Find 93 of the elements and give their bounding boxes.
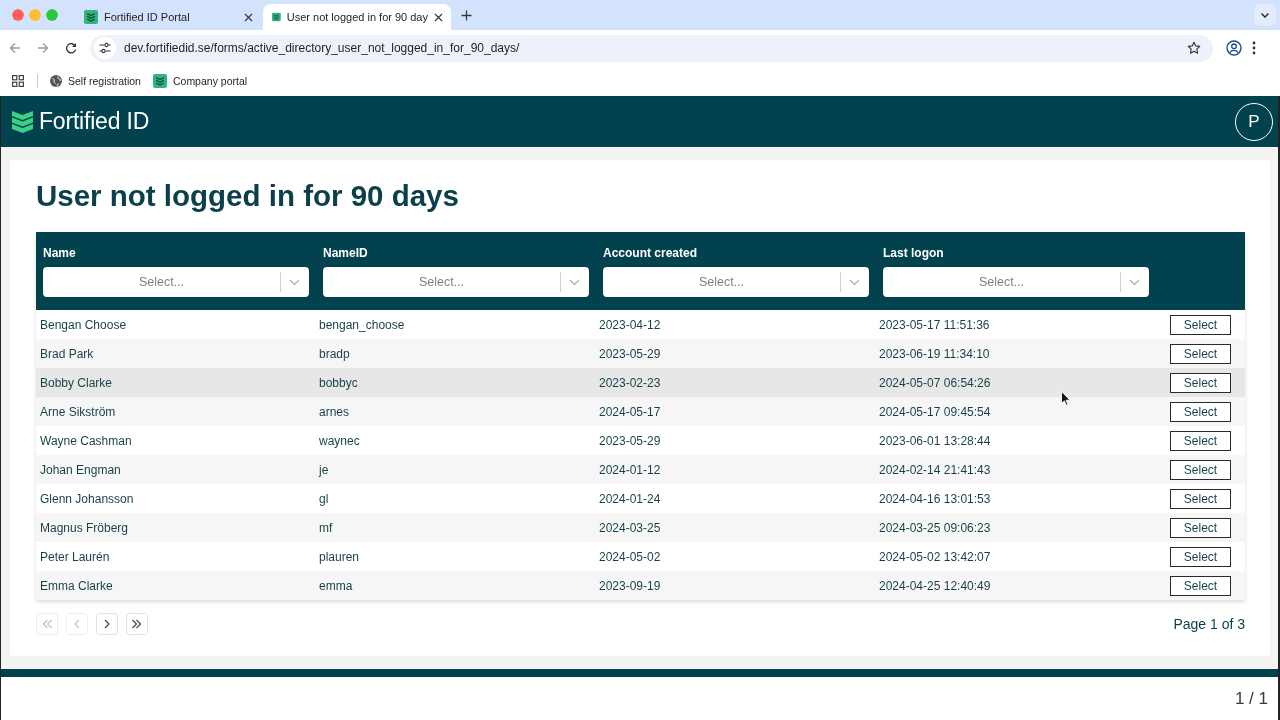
table-cell-text: bengan_choose (318, 317, 405, 332)
filter-dropdown[interactable]: Select... (43, 267, 309, 297)
table-cell-text: plauren (318, 549, 360, 564)
table-cell-text: 2023-05-17 11:51:36 (878, 317, 990, 332)
table-cell-text: 2024-05-17 (598, 404, 661, 419)
browser-tab[interactable]: Fortified ID Portal (75, 4, 261, 30)
table-cell-text: 2024-04-16 13:01:53 (878, 491, 991, 506)
table-cell-text: mf (318, 520, 333, 535)
column-header: Account created (603, 245, 698, 262)
chevron-down-icon[interactable] (849, 278, 860, 286)
filter-dropdown[interactable]: Select... (883, 267, 1149, 297)
star-icon[interactable] (1187, 41, 1201, 55)
select-button[interactable]: Select (1170, 488, 1231, 509)
select-button[interactable]: Select (1170, 430, 1231, 451)
table-cell-text: 2023-06-01 13:28:44 (878, 433, 991, 448)
table-cell-text: arnes (318, 404, 350, 419)
apps-grid-icon[interactable] (12, 75, 24, 87)
bookmark-link[interactable]: Self registration (50, 75, 141, 87)
select-button[interactable]: Select (1170, 546, 1231, 567)
chevron-down-icon[interactable] (1129, 278, 1140, 286)
close-icon[interactable] (244, 12, 253, 22)
chevron-down-icon[interactable] (1254, 4, 1276, 26)
table-cell-text: bradp (318, 346, 350, 361)
table-cell-text: Bobby Clarke (39, 375, 113, 390)
table-cell-text: 2024-05-02 13:42:07 (878, 549, 991, 564)
page-status: Page 1 of 3 (1173, 616, 1245, 632)
forward-arrow-icon[interactable] (37, 42, 49, 54)
filter-dropdown[interactable]: Select... (603, 267, 869, 297)
table-cell-text: 2024-02-14 21:41:43 (878, 462, 991, 477)
table-cell-text: 2024-05-17 09:45:54 (878, 404, 991, 419)
table-cell-text: waynec (318, 433, 360, 448)
browser-tab[interactable]: User not logged in for 90 day (263, 4, 451, 30)
table-cell-text: 2023-05-29 (598, 346, 661, 361)
bookmark-link[interactable]: Company portal (152, 74, 248, 88)
column-header: NameID (323, 245, 368, 262)
plus-icon[interactable] (461, 9, 472, 21)
table-cell-text: 2024-01-24 (598, 491, 661, 506)
page-counter: 1 / 1 (1234, 688, 1268, 709)
select-button[interactable]: Select (1170, 401, 1231, 422)
back-arrow-icon[interactable] (9, 42, 21, 54)
filter-dropdown[interactable]: Select... (323, 267, 589, 297)
select-button[interactable]: Select (1170, 575, 1231, 596)
table-cell-text: bobbyc (318, 375, 358, 390)
table-cell-text: Arne Sikström (39, 404, 116, 419)
tune-icon[interactable] (94, 37, 116, 59)
table-cell-text: Wayne Cashman (39, 433, 132, 448)
table-cell-text: 2023-05-29 (598, 433, 661, 448)
table-cell-text: Peter Laurén (39, 549, 110, 564)
chevron-down-icon[interactable] (289, 278, 300, 286)
column-header: Name (43, 245, 76, 262)
table-cell-text: emma (318, 578, 353, 593)
table-cell-text: Brad Park (39, 346, 94, 361)
select-button[interactable]: Select (1170, 343, 1231, 364)
table-cell-text: 2023-06-19 11:34:10 (878, 346, 990, 361)
double-chevron-right-icon[interactable] (126, 613, 148, 635)
page-title: User not logged in for 90 days (36, 178, 459, 214)
table-cell-text: Emma Clarke (39, 578, 113, 593)
table-cell-text: 2024-01-12 (598, 462, 661, 477)
logo-icon (12, 110, 33, 133)
table-cell-text: 2024-04-25 12:40:49 (878, 578, 991, 593)
brand-name: Fortified ID (39, 108, 150, 135)
profile-icon[interactable] (1226, 40, 1242, 56)
table-cell-text: 2024-03-25 09:06:23 (878, 520, 991, 535)
reload-icon[interactable] (65, 42, 77, 54)
table-cell-text: Glenn Johansson (39, 491, 134, 506)
chevron-right-icon[interactable] (96, 613, 118, 635)
table-cell-text: 2023-09-19 (598, 578, 661, 593)
close-icon[interactable] (434, 12, 443, 22)
table-cell-text: 2024-03-25 (598, 520, 661, 535)
select-button[interactable]: Select (1170, 517, 1231, 538)
table-cell-text: Magnus Fröberg (39, 520, 129, 535)
select-button[interactable]: Select (1170, 459, 1231, 480)
table-cell-text: Bengan Choose (39, 317, 127, 332)
minimize-window-icon[interactable] (29, 9, 41, 21)
column-header: Last logon (883, 245, 944, 262)
table-cell-text: 2023-04-12 (598, 317, 661, 332)
table-cell-text: 2024-05-02 (598, 549, 661, 564)
more-menu-icon[interactable] (1252, 41, 1256, 55)
favicon-icon (84, 10, 98, 24)
select-button[interactable]: Select (1170, 372, 1231, 393)
maximize-window-icon[interactable] (46, 9, 58, 21)
globe-icon (50, 75, 62, 87)
table-cell-text: je (317, 462, 329, 477)
favicon-icon (272, 10, 281, 24)
close-window-icon[interactable] (12, 9, 24, 21)
table-cell-text: gl (318, 491, 329, 506)
table-cell-text: 2023-02-23 (598, 375, 661, 390)
select-button[interactable]: Select (1170, 314, 1231, 335)
table-cell-text: 2024-05-07 06:54:26 (878, 375, 991, 390)
address-bar[interactable]: dev.fortifiedid.se/forms/active_directory_user_not_logged_in_for_90_days/ (90, 34, 1213, 62)
chevron-down-icon[interactable] (569, 278, 580, 286)
table-cell-text: Johan Engman (39, 462, 121, 477)
favicon-icon (152, 74, 167, 88)
